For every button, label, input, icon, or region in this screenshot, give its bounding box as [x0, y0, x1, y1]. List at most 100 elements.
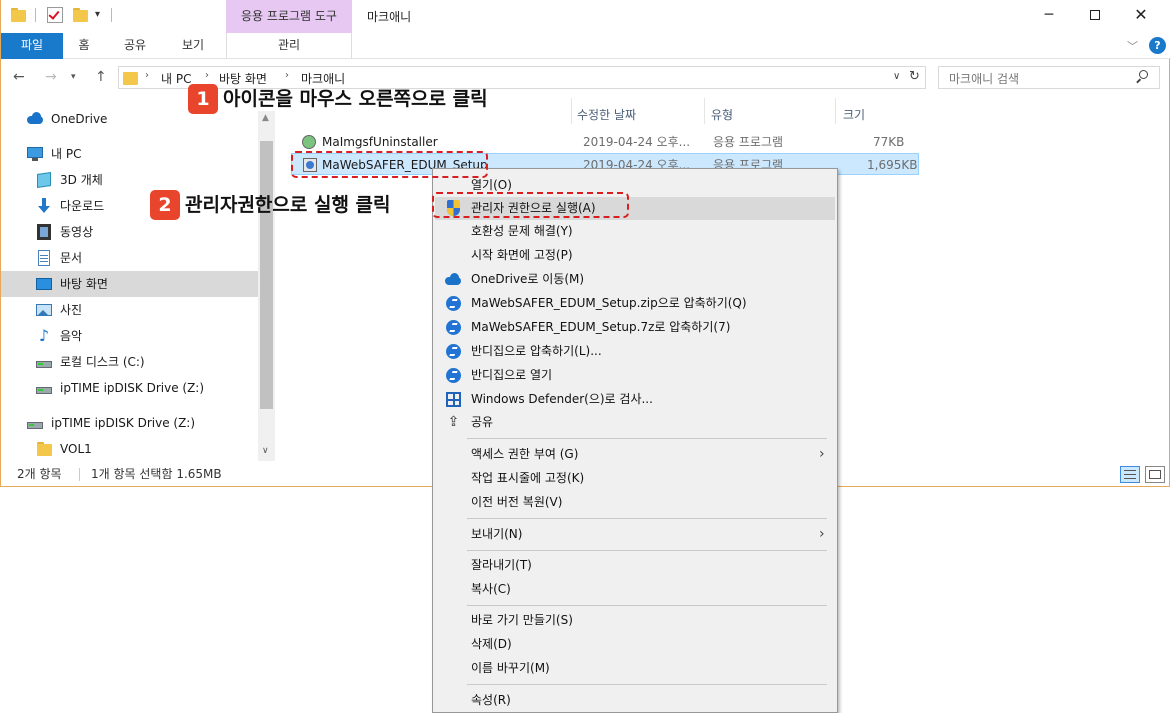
breadcrumb-separator-icon[interactable]: › — [145, 70, 149, 81]
nav-pane-scrollbar[interactable]: ▲ ∨ — [258, 111, 275, 461]
column-header-date[interactable]: 수정한 날짜 — [577, 102, 636, 128]
menu-item-copy[interactable]: 복사(C) — [435, 578, 835, 601]
menu-item-create-shortcut[interactable]: 바로 가기 만들기(S) — [435, 609, 835, 632]
new-folder-icon[interactable] — [73, 7, 89, 23]
menu-item-compress-7z[interactable]: MaWebSAFER_EDUM_Setup.7z로 압축하기(7) — [435, 316, 835, 339]
bandizip-icon — [445, 319, 462, 336]
quick-access-dropdown-icon[interactable]: ▾ — [95, 9, 100, 20]
toolbar-divider — [111, 8, 112, 22]
back-arrow-icon[interactable]: ← — [13, 69, 25, 85]
menu-item-move-to-onedrive[interactable]: OneDrive로 이동(M) — [435, 268, 835, 291]
nav-item-network-drive-root[interactable]: ipTIME ipDISK Drive (Z:) — [1, 410, 258, 436]
nav-item-music[interactable]: ♪ 음악 — [1, 323, 258, 349]
nav-item-label: 로컬 디스크 (C:) — [60, 355, 145, 369]
help-icon[interactable]: ? — [1149, 37, 1166, 54]
address-dropdown-icon[interactable]: ∨ — [893, 71, 900, 82]
scroll-down-icon[interactable]: ∨ — [262, 446, 269, 456]
menu-item-properties[interactable]: 속성(R) — [435, 689, 835, 712]
search-box[interactable]: 마크애니 검색 — [938, 66, 1160, 89]
menu-separator — [467, 550, 827, 551]
nav-item-network-drive[interactable]: ipTIME ipDISK Drive (Z:) — [1, 375, 258, 401]
forward-arrow-icon[interactable]: → — [45, 69, 57, 85]
recent-locations-icon[interactable]: ▾ — [71, 72, 76, 82]
item-count: 2개 항목 — [17, 467, 62, 481]
folder-icon — [11, 7, 27, 23]
menu-item-defender-scan[interactable]: Windows Defender(으)로 검사... — [435, 388, 835, 411]
step-2-badge: 2 — [150, 190, 180, 220]
nav-item-documents[interactable]: 문서 — [1, 245, 258, 271]
column-divider[interactable] — [835, 98, 836, 124]
windows-defender-icon — [445, 391, 462, 408]
tab-file[interactable]: 파일 — [1, 33, 63, 59]
pictures-icon — [36, 302, 52, 318]
menu-item-troubleshoot-compatibility[interactable]: 호환성 문제 해결(Y) — [435, 220, 835, 243]
tab-home[interactable]: 홈 — [63, 33, 105, 59]
nav-item-label: 바탕 화면 — [60, 277, 108, 291]
onedrive-icon — [445, 271, 462, 288]
menu-separator — [467, 438, 827, 439]
menu-item-restore-previous[interactable]: 이전 버전 복원(V) — [435, 491, 835, 514]
up-arrow-icon[interactable]: ↑ — [95, 69, 107, 85]
column-header-type[interactable]: 유형 — [711, 102, 733, 128]
nav-item-label: 동영상 — [60, 225, 94, 239]
column-divider[interactable] — [704, 98, 705, 124]
tab-view[interactable]: 보기 — [165, 33, 221, 59]
file-size: 77KB — [873, 135, 905, 149]
column-header-size[interactable]: 크기 — [843, 102, 865, 128]
menu-item-compress-bandizip[interactable]: 반디집으로 압축하기(L)... — [435, 340, 835, 363]
menu-item-give-access[interactable]: 액세스 권한 부여 (G) › — [435, 443, 835, 466]
selection-info: 1개 항목 선택함 1.65MB — [91, 467, 222, 481]
column-divider[interactable] — [571, 98, 572, 124]
network-drive-icon — [36, 380, 52, 396]
properties-icon[interactable] — [47, 7, 63, 23]
maximize-button[interactable] — [1072, 0, 1118, 30]
breadcrumb-this-pc[interactable]: 내 PC — [161, 70, 191, 87]
scroll-up-icon[interactable]: ▲ — [262, 113, 269, 123]
nav-item-this-pc[interactable]: 내 PC — [1, 141, 258, 167]
maximize-icon — [1090, 10, 1100, 20]
details-view-button[interactable] — [1120, 466, 1140, 483]
minimize-button[interactable]: ─ — [1026, 0, 1072, 30]
file-type: 응용 프로그램 — [713, 135, 784, 149]
menu-item-pin-to-start[interactable]: 시작 화면에 고정(P) — [435, 244, 835, 267]
local-disk-icon — [36, 354, 52, 370]
search-input[interactable]: 마크애니 검색 — [949, 70, 1019, 87]
breadcrumb-separator-icon[interactable]: › — [285, 70, 289, 81]
menu-item-cut[interactable]: 잘라내기(T) — [435, 554, 835, 577]
menu-separator — [467, 518, 827, 519]
search-icon[interactable] — [1135, 70, 1149, 84]
tab-share[interactable]: 공유 — [109, 33, 161, 59]
bandizip-icon — [445, 367, 462, 384]
tab-manage[interactable]: 관리 — [226, 33, 352, 59]
nav-item-videos[interactable]: 동영상 — [1, 219, 258, 245]
navigation-bar: ← → ▾ ↑ › 내 PC › 바탕 화면 › 마크애니 ∨ ↻ 마크애니 검… — [1, 60, 1171, 96]
menu-item-compress-zip[interactable]: MaWebSAFER_EDUM_Setup.zip으로 압축하기(Q) — [435, 292, 835, 315]
bandizip-icon — [445, 343, 462, 360]
menu-item-delete[interactable]: 삭제(D) — [435, 633, 835, 656]
nav-item-local-disk[interactable]: 로컬 디스크 (C:) — [1, 349, 258, 375]
close-button[interactable]: ✕ — [1118, 0, 1164, 30]
breadcrumb-separator-icon[interactable]: › — [205, 70, 209, 81]
large-icons-view-button[interactable] — [1145, 466, 1165, 483]
file-name: MaImgsfUninstaller — [322, 135, 438, 149]
step-2-text: 관리자권한으로 실행 클릭 — [185, 194, 391, 216]
step-1-text: 아이콘을 마우스 오른쪽으로 클릭 — [223, 88, 488, 110]
menu-item-rename[interactable]: 이름 바꾸기(M) — [435, 657, 835, 680]
onedrive-icon — [27, 111, 43, 127]
nav-item-vol1[interactable]: VOL1 — [1, 436, 258, 462]
nav-item-desktop[interactable]: 바탕 화면 — [1, 271, 258, 297]
desktop-icon — [36, 276, 52, 292]
menu-item-share[interactable]: ⇪ 공유 — [435, 411, 835, 434]
folder-icon — [123, 70, 139, 85]
app-tools-tab-header: 응용 프로그램 도구 — [226, 0, 352, 33]
menu-item-pin-to-taskbar[interactable]: 작업 표시줄에 고정(K) — [435, 467, 835, 490]
refresh-icon[interactable]: ↻ — [909, 69, 920, 84]
menu-item-send-to[interactable]: 보내기(N) › — [435, 523, 835, 546]
file-row[interactable]: MaImgsfUninstaller 2019-04-24 오후... 응용 프… — [291, 131, 919, 153]
menu-item-open-bandizip[interactable]: 반디집으로 열기 — [435, 364, 835, 387]
video-icon — [36, 224, 52, 240]
document-icon — [36, 250, 52, 266]
expand-ribbon-icon[interactable]: ﹀ — [1127, 38, 1138, 54]
scrollbar-thumb[interactable] — [260, 141, 273, 409]
nav-item-pictures[interactable]: 사진 — [1, 297, 258, 323]
